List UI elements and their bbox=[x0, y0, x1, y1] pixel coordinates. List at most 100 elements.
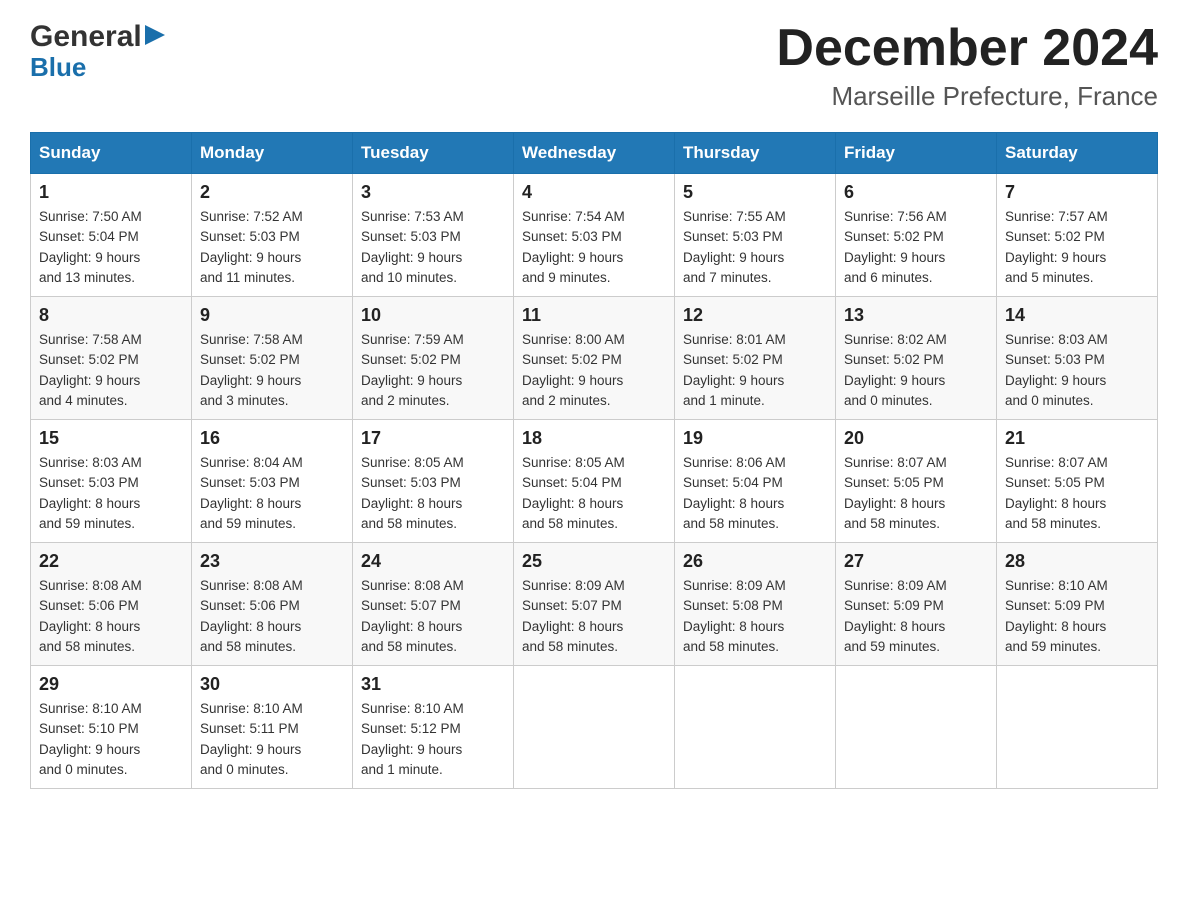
day-info: Sunrise: 7:58 AM Sunset: 5:02 PM Dayligh… bbox=[39, 330, 183, 411]
day-info: Sunrise: 8:10 AM Sunset: 5:12 PM Dayligh… bbox=[361, 699, 505, 780]
header-sunday: Sunday bbox=[31, 133, 192, 174]
day-number: 24 bbox=[361, 551, 505, 572]
calendar-cell: 7 Sunrise: 7:57 AM Sunset: 5:02 PM Dayli… bbox=[997, 174, 1158, 297]
day-info: Sunrise: 8:06 AM Sunset: 5:04 PM Dayligh… bbox=[683, 453, 827, 534]
day-info: Sunrise: 8:10 AM Sunset: 5:11 PM Dayligh… bbox=[200, 699, 344, 780]
calendar-cell: 20 Sunrise: 8:07 AM Sunset: 5:05 PM Dayl… bbox=[836, 420, 997, 543]
day-number: 10 bbox=[361, 305, 505, 326]
calendar-week-5: 29 Sunrise: 8:10 AM Sunset: 5:10 PM Dayl… bbox=[31, 666, 1158, 789]
day-info: Sunrise: 8:08 AM Sunset: 5:07 PM Dayligh… bbox=[361, 576, 505, 657]
calendar-cell: 26 Sunrise: 8:09 AM Sunset: 5:08 PM Dayl… bbox=[675, 543, 836, 666]
day-number: 6 bbox=[844, 182, 988, 203]
logo: General Blue bbox=[30, 20, 167, 83]
day-number: 15 bbox=[39, 428, 183, 449]
calendar-cell: 10 Sunrise: 7:59 AM Sunset: 5:02 PM Dayl… bbox=[353, 297, 514, 420]
calendar-cell: 18 Sunrise: 8:05 AM Sunset: 5:04 PM Dayl… bbox=[514, 420, 675, 543]
day-number: 1 bbox=[39, 182, 183, 203]
day-info: Sunrise: 8:07 AM Sunset: 5:05 PM Dayligh… bbox=[844, 453, 988, 534]
header-friday: Friday bbox=[836, 133, 997, 174]
day-number: 18 bbox=[522, 428, 666, 449]
calendar-cell: 22 Sunrise: 8:08 AM Sunset: 5:06 PM Dayl… bbox=[31, 543, 192, 666]
calendar-header-row: SundayMondayTuesdayWednesdayThursdayFrid… bbox=[31, 133, 1158, 174]
day-info: Sunrise: 8:10 AM Sunset: 5:10 PM Dayligh… bbox=[39, 699, 183, 780]
day-number: 19 bbox=[683, 428, 827, 449]
calendar-cell: 17 Sunrise: 8:05 AM Sunset: 5:03 PM Dayl… bbox=[353, 420, 514, 543]
day-info: Sunrise: 8:08 AM Sunset: 5:06 PM Dayligh… bbox=[39, 576, 183, 657]
day-number: 22 bbox=[39, 551, 183, 572]
day-number: 5 bbox=[683, 182, 827, 203]
calendar-cell bbox=[836, 666, 997, 789]
day-info: Sunrise: 8:07 AM Sunset: 5:05 PM Dayligh… bbox=[1005, 453, 1149, 534]
calendar-cell: 4 Sunrise: 7:54 AM Sunset: 5:03 PM Dayli… bbox=[514, 174, 675, 297]
day-info: Sunrise: 8:05 AM Sunset: 5:03 PM Dayligh… bbox=[361, 453, 505, 534]
day-info: Sunrise: 8:00 AM Sunset: 5:02 PM Dayligh… bbox=[522, 330, 666, 411]
day-number: 11 bbox=[522, 305, 666, 326]
calendar-cell: 28 Sunrise: 8:10 AM Sunset: 5:09 PM Dayl… bbox=[997, 543, 1158, 666]
day-info: Sunrise: 7:57 AM Sunset: 5:02 PM Dayligh… bbox=[1005, 207, 1149, 288]
logo-blue-text: Blue bbox=[30, 52, 86, 83]
calendar-cell: 3 Sunrise: 7:53 AM Sunset: 5:03 PM Dayli… bbox=[353, 174, 514, 297]
header-wednesday: Wednesday bbox=[514, 133, 675, 174]
day-number: 20 bbox=[844, 428, 988, 449]
day-info: Sunrise: 7:54 AM Sunset: 5:03 PM Dayligh… bbox=[522, 207, 666, 288]
calendar-cell: 2 Sunrise: 7:52 AM Sunset: 5:03 PM Dayli… bbox=[192, 174, 353, 297]
day-info: Sunrise: 8:05 AM Sunset: 5:04 PM Dayligh… bbox=[522, 453, 666, 534]
title-section: December 2024 Marseille Prefecture, Fran… bbox=[776, 20, 1158, 112]
day-number: 9 bbox=[200, 305, 344, 326]
day-info: Sunrise: 7:52 AM Sunset: 5:03 PM Dayligh… bbox=[200, 207, 344, 288]
day-number: 7 bbox=[1005, 182, 1149, 203]
day-number: 29 bbox=[39, 674, 183, 695]
day-number: 12 bbox=[683, 305, 827, 326]
day-info: Sunrise: 8:08 AM Sunset: 5:06 PM Dayligh… bbox=[200, 576, 344, 657]
page-header: General Blue December 2024 Marseille Pre… bbox=[30, 20, 1158, 112]
header-thursday: Thursday bbox=[675, 133, 836, 174]
month-title: December 2024 bbox=[776, 20, 1158, 77]
day-number: 23 bbox=[200, 551, 344, 572]
calendar-week-3: 15 Sunrise: 8:03 AM Sunset: 5:03 PM Dayl… bbox=[31, 420, 1158, 543]
day-number: 8 bbox=[39, 305, 183, 326]
day-number: 26 bbox=[683, 551, 827, 572]
day-info: Sunrise: 8:04 AM Sunset: 5:03 PM Dayligh… bbox=[200, 453, 344, 534]
calendar-week-1: 1 Sunrise: 7:50 AM Sunset: 5:04 PM Dayli… bbox=[31, 174, 1158, 297]
day-number: 31 bbox=[361, 674, 505, 695]
calendar-cell: 13 Sunrise: 8:02 AM Sunset: 5:02 PM Dayl… bbox=[836, 297, 997, 420]
day-info: Sunrise: 7:56 AM Sunset: 5:02 PM Dayligh… bbox=[844, 207, 988, 288]
calendar-cell: 9 Sunrise: 7:58 AM Sunset: 5:02 PM Dayli… bbox=[192, 297, 353, 420]
calendar-cell: 19 Sunrise: 8:06 AM Sunset: 5:04 PM Dayl… bbox=[675, 420, 836, 543]
calendar-cell: 29 Sunrise: 8:10 AM Sunset: 5:10 PM Dayl… bbox=[31, 666, 192, 789]
day-info: Sunrise: 8:03 AM Sunset: 5:03 PM Dayligh… bbox=[39, 453, 183, 534]
day-number: 30 bbox=[200, 674, 344, 695]
calendar-cell: 16 Sunrise: 8:04 AM Sunset: 5:03 PM Dayl… bbox=[192, 420, 353, 543]
calendar-cell: 6 Sunrise: 7:56 AM Sunset: 5:02 PM Dayli… bbox=[836, 174, 997, 297]
day-number: 16 bbox=[200, 428, 344, 449]
calendar-cell: 30 Sunrise: 8:10 AM Sunset: 5:11 PM Dayl… bbox=[192, 666, 353, 789]
calendar-cell: 24 Sunrise: 8:08 AM Sunset: 5:07 PM Dayl… bbox=[353, 543, 514, 666]
calendar-cell: 8 Sunrise: 7:58 AM Sunset: 5:02 PM Dayli… bbox=[31, 297, 192, 420]
calendar-week-2: 8 Sunrise: 7:58 AM Sunset: 5:02 PM Dayli… bbox=[31, 297, 1158, 420]
day-number: 14 bbox=[1005, 305, 1149, 326]
calendar-cell bbox=[997, 666, 1158, 789]
calendar-cell: 12 Sunrise: 8:01 AM Sunset: 5:02 PM Dayl… bbox=[675, 297, 836, 420]
day-number: 21 bbox=[1005, 428, 1149, 449]
day-info: Sunrise: 8:09 AM Sunset: 5:08 PM Dayligh… bbox=[683, 576, 827, 657]
day-info: Sunrise: 8:03 AM Sunset: 5:03 PM Dayligh… bbox=[1005, 330, 1149, 411]
calendar-cell: 14 Sunrise: 8:03 AM Sunset: 5:03 PM Dayl… bbox=[997, 297, 1158, 420]
calendar-table: SundayMondayTuesdayWednesdayThursdayFrid… bbox=[30, 132, 1158, 789]
day-info: Sunrise: 8:09 AM Sunset: 5:07 PM Dayligh… bbox=[522, 576, 666, 657]
day-info: Sunrise: 7:50 AM Sunset: 5:04 PM Dayligh… bbox=[39, 207, 183, 288]
calendar-cell: 31 Sunrise: 8:10 AM Sunset: 5:12 PM Dayl… bbox=[353, 666, 514, 789]
logo-arrow-icon bbox=[145, 23, 167, 47]
calendar-cell: 23 Sunrise: 8:08 AM Sunset: 5:06 PM Dayl… bbox=[192, 543, 353, 666]
calendar-cell bbox=[514, 666, 675, 789]
calendar-cell: 1 Sunrise: 7:50 AM Sunset: 5:04 PM Dayli… bbox=[31, 174, 192, 297]
day-info: Sunrise: 7:58 AM Sunset: 5:02 PM Dayligh… bbox=[200, 330, 344, 411]
day-info: Sunrise: 7:55 AM Sunset: 5:03 PM Dayligh… bbox=[683, 207, 827, 288]
day-info: Sunrise: 8:09 AM Sunset: 5:09 PM Dayligh… bbox=[844, 576, 988, 657]
day-number: 27 bbox=[844, 551, 988, 572]
day-info: Sunrise: 7:53 AM Sunset: 5:03 PM Dayligh… bbox=[361, 207, 505, 288]
calendar-cell: 27 Sunrise: 8:09 AM Sunset: 5:09 PM Dayl… bbox=[836, 543, 997, 666]
header-tuesday: Tuesday bbox=[353, 133, 514, 174]
calendar-cell: 25 Sunrise: 8:09 AM Sunset: 5:07 PM Dayl… bbox=[514, 543, 675, 666]
calendar-cell: 5 Sunrise: 7:55 AM Sunset: 5:03 PM Dayli… bbox=[675, 174, 836, 297]
logo-general-text: General bbox=[30, 20, 142, 54]
